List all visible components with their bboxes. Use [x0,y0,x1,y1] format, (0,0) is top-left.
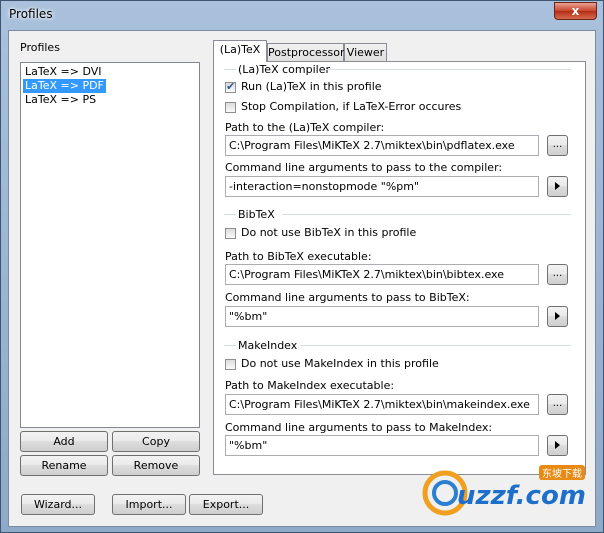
group-divider [326,69,571,70]
makeindex-args-label: Command line arguments to pass to MakeIn… [225,421,493,434]
window-title: Profiles [9,7,53,21]
list-item-pdf[interactable]: LaTeX => PDF [23,79,106,93]
profiles-window: Profiles x Profiles LaTeX => DVI LaTeX =… [0,0,604,533]
bibtex-path-input[interactable]: C:\Program Files\MiKTeX 2.7\miktex\bin\b… [225,264,539,285]
arrow-right-icon [555,312,560,320]
group-divider [300,345,571,346]
makeindex-args-arrow-button[interactable] [547,435,568,456]
bibtex-group-title: BibTeX [238,208,275,221]
list-item-dvi[interactable]: LaTeX => DVI [23,65,104,79]
arrow-right-icon [555,441,560,449]
run-latex-label: Run (La)TeX in this profile [241,80,382,93]
latex-args-label: Command line arguments to pass to the co… [225,161,503,174]
title-bar[interactable]: Profiles x [1,1,603,29]
group-divider [224,214,236,215]
bibtex-args-label: Command line arguments to pass to BibTeX… [225,291,470,304]
latex-browse-button[interactable]: ... [547,135,568,156]
latex-tab-panel: (La)TeX compiler Run (La)TeX in this pro… [213,61,586,475]
makeindex-browse-button[interactable]: ... [547,394,568,415]
close-icon: x [571,4,580,18]
stop-on-error-label: Stop Compilation, if LaTeX-Error occures [241,100,462,113]
group-divider [224,345,236,346]
dialog-client: Profiles LaTeX => DVI LaTeX => PDF LaTeX… [8,30,596,527]
bibtex-args-arrow-button[interactable] [547,306,568,327]
tab-latex[interactable]: (La)TeX [213,40,267,62]
makeindex-path-input[interactable]: C:\Program Files\MiKTeX 2.7\miktex\bin\m… [225,394,539,415]
bibtex-path-label: Path to BibTeX executable: [225,250,372,263]
add-button[interactable]: Add [20,431,108,452]
profiles-heading: Profiles [20,41,60,54]
latex-args-arrow-button[interactable] [547,176,568,197]
group-divider [282,214,571,215]
tab-viewer[interactable]: Viewer [344,43,387,62]
makeindex-group-title: MakeIndex [238,339,298,352]
makeindex-args-input[interactable]: "%bm" [225,435,539,456]
export-button[interactable]: Export... [189,494,263,515]
latex-group-title: (La)TeX compiler [238,63,330,76]
disable-bibtex-checkbox[interactable] [225,228,236,239]
watermark-logo: uzzf.com 东坡下载 [421,461,591,521]
watermark-cn-text: 东坡下载 [539,465,585,480]
disable-bibtex-label: Do not use BibTeX in this profile [241,226,417,239]
makeindex-path-label: Path to MakeIndex executable: [225,379,395,392]
latex-path-input[interactable]: C:\Program Files\MiKTeX 2.7\miktex\bin\p… [225,135,539,156]
list-item-ps[interactable]: LaTeX => PS [23,93,98,107]
rename-button[interactable]: Rename [20,455,108,476]
wizard-button[interactable]: Wizard... [21,494,95,515]
disable-makeindex-label: Do not use MakeIndex in this profile [241,357,439,370]
stop-on-error-checkbox[interactable] [225,102,236,113]
latex-args-input[interactable]: -interaction=nonstopmode "%pm" [225,176,539,197]
arrow-right-icon [555,182,560,190]
close-button[interactable]: x [554,2,597,20]
latex-path-label: Path to the (La)TeX compiler: [225,121,385,134]
group-divider [224,69,236,70]
disable-makeindex-checkbox[interactable] [225,359,236,370]
profiles-list[interactable]: LaTeX => DVI LaTeX => PDF LaTeX => PS [20,62,200,428]
remove-button[interactable]: Remove [112,455,200,476]
import-button[interactable]: Import... [112,494,186,515]
run-latex-checkbox[interactable] [225,80,236,93]
watermark-text: uzzf.com [457,481,586,511]
bibtex-args-input[interactable]: "%bm" [225,306,539,327]
tab-postprocessor[interactable]: Postprocessor [267,43,345,62]
copy-button[interactable]: Copy [112,431,200,452]
bibtex-browse-button[interactable]: ... [547,264,568,285]
